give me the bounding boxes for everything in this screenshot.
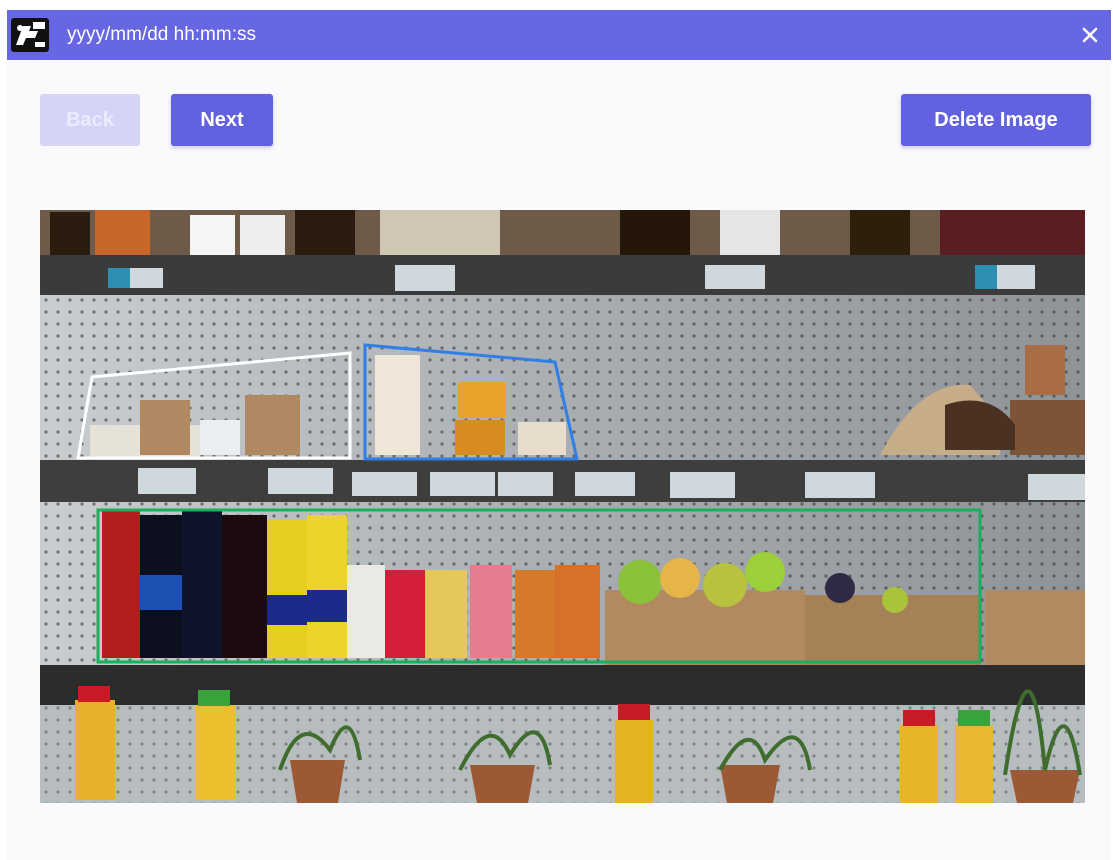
back-button[interactable]: Back	[40, 94, 140, 146]
app-logo-icon	[11, 18, 49, 52]
title-bar: yyyy/mm/dd hh:mm:ss	[7, 10, 1111, 60]
close-icon[interactable]	[1075, 20, 1105, 50]
next-button[interactable]: Next	[171, 94, 273, 146]
image-viewer-window: yyyy/mm/dd hh:mm:ss Back Next Delete Ima…	[7, 10, 1111, 860]
top-shelf-products	[40, 210, 1085, 257]
annotated-shelf-photo[interactable]	[40, 210, 1085, 803]
delete-image-button[interactable]: Delete Image	[901, 94, 1091, 146]
window-title: yyyy/mm/dd hh:mm:ss	[67, 24, 256, 45]
